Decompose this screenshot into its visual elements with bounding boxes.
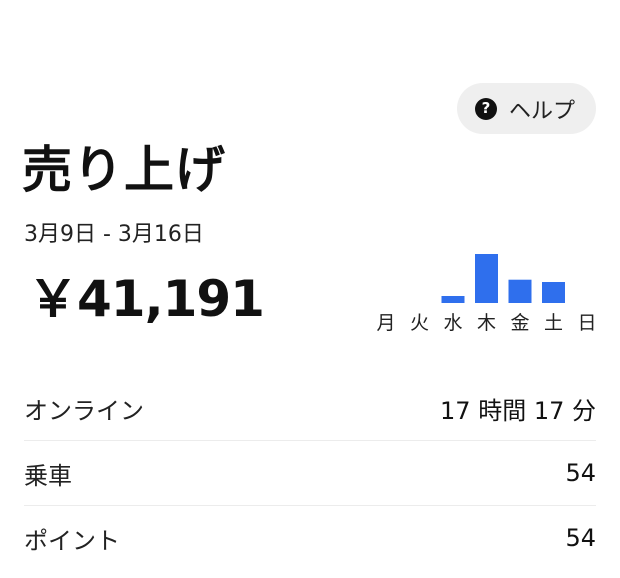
chart-tick-label: 月 xyxy=(376,312,395,334)
date-range: 3月9日 - 3月16日 xyxy=(24,222,204,247)
stats-list: オンライン 17 時間 17 分 乗車 54 ポイント 54 xyxy=(24,376,596,570)
stat-value: 54 xyxy=(565,524,596,552)
page-title: 売り上げ xyxy=(22,141,226,199)
chart-tick-label: 木 xyxy=(477,312,496,334)
stat-row-online: オンライン 17 時間 17 分 xyxy=(24,376,596,441)
stat-label: ポイント xyxy=(24,526,120,555)
stat-value: 17 時間 17 分 xyxy=(440,396,596,425)
help-label: ヘルプ xyxy=(509,98,576,124)
chart-bar xyxy=(542,282,565,303)
chart-bar xyxy=(508,279,532,303)
chart-bar xyxy=(441,296,465,303)
stat-label: オンライン xyxy=(24,396,144,425)
chart-bar xyxy=(475,254,498,303)
weekly-earnings-chart: 月火水木金土日 xyxy=(376,254,597,334)
help-button[interactable]: ? ヘルプ xyxy=(457,83,596,134)
stat-label: 乗車 xyxy=(24,461,72,490)
chart-tick-label: 土 xyxy=(544,312,563,334)
help-circle-icon: ? xyxy=(475,97,497,120)
earnings-total: ￥41,191 xyxy=(28,270,265,328)
chart-tick-label: 金 xyxy=(510,312,529,334)
chart-tick-label: 水 xyxy=(443,312,462,334)
stat-value: 54 xyxy=(565,459,596,487)
stat-row-points: ポイント 54 xyxy=(24,506,596,570)
chart-tick-label: 火 xyxy=(410,312,429,334)
stat-row-trips: 乗車 54 xyxy=(24,441,596,506)
chart-tick-label: 日 xyxy=(577,312,596,334)
